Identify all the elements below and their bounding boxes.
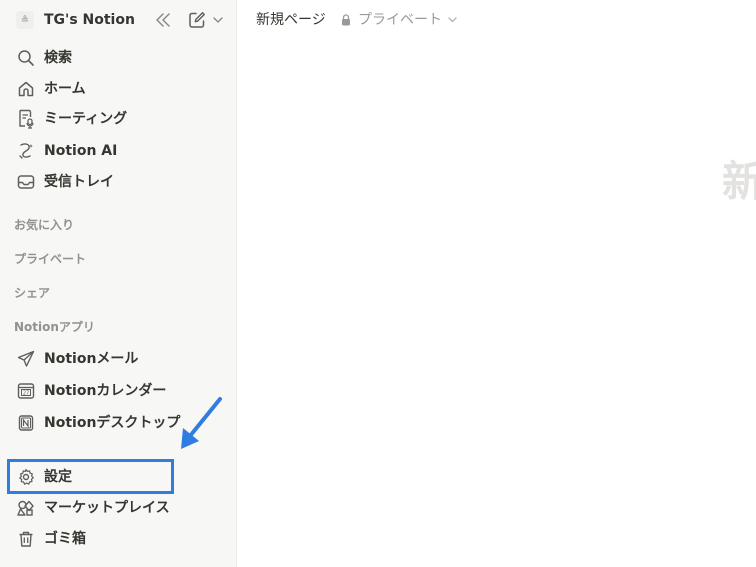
meeting-notes-icon — [16, 109, 36, 129]
svg-text:27: 27 — [23, 391, 29, 397]
chevron-down-icon[interactable] — [211, 11, 225, 29]
nav-search[interactable]: 検索 — [8, 43, 229, 73]
nav-label: Notionデスクトップ — [44, 415, 181, 431]
pointer-arrow-icon — [176, 396, 226, 454]
nav-label: ミーティング — [44, 111, 128, 127]
nav-label: Notionメール — [44, 351, 139, 367]
notion-logo-icon — [16, 413, 36, 433]
compose-icon[interactable] — [187, 10, 207, 30]
inbox-icon — [16, 172, 36, 192]
search-icon — [16, 48, 36, 68]
nav-marketplace[interactable]: マーケットプレイス — [8, 493, 229, 523]
section-favorites[interactable]: お気に入り — [14, 217, 74, 233]
workspace-name[interactable]: TG's Notion — [44, 11, 135, 29]
home-icon — [16, 79, 36, 99]
nav-label: Notionカレンダー — [44, 383, 167, 399]
nav-label: 受信トレイ — [44, 174, 114, 190]
nav-inbox[interactable]: 受信トレイ — [8, 167, 229, 197]
nav-label: ゴミ箱 — [44, 531, 86, 547]
notion-ai-icon — [16, 141, 36, 161]
nav-meetings[interactable]: ミーティング — [8, 104, 229, 134]
nav-label: ホーム — [44, 81, 86, 97]
page-topbar: 新規ページ プライベート — [238, 0, 756, 40]
nav-label: Notion AI — [44, 143, 118, 159]
double-chevron-left-icon[interactable] — [153, 10, 173, 30]
nav-trash[interactable]: ゴミ箱 — [8, 524, 229, 554]
settings-highlight-box — [7, 459, 174, 494]
page-title-placeholder[interactable]: 新 — [722, 157, 756, 207]
nav-notion-ai[interactable]: Notion AI — [8, 136, 229, 166]
section-shared[interactable]: シェア — [14, 285, 50, 301]
section-notion-apps[interactable]: Notionアプリ — [14, 319, 95, 335]
trash-icon — [16, 529, 36, 549]
section-private[interactable]: プライベート — [14, 251, 86, 267]
nav-home[interactable]: ホーム — [8, 74, 229, 104]
breadcrumb-page-title[interactable]: 新規ページ — [256, 11, 326, 29]
nav-label: 検索 — [44, 50, 72, 66]
app-notion-mail[interactable]: Notionメール — [8, 344, 229, 374]
lock-icon — [340, 13, 352, 27]
nav-label: マーケットプレイス — [44, 500, 170, 516]
workspace-avatar: ≗ — [16, 11, 34, 29]
privacy-label: プライベート — [358, 12, 442, 28]
calendar-icon: 27 — [16, 381, 36, 401]
privacy-selector[interactable]: プライベート — [340, 11, 458, 29]
chevron-down-icon — [446, 11, 458, 29]
workspace-switcher[interactable]: ≗ TG's Notion — [0, 0, 237, 40]
marketplace-icon — [16, 498, 36, 518]
mail-send-icon — [16, 349, 36, 369]
